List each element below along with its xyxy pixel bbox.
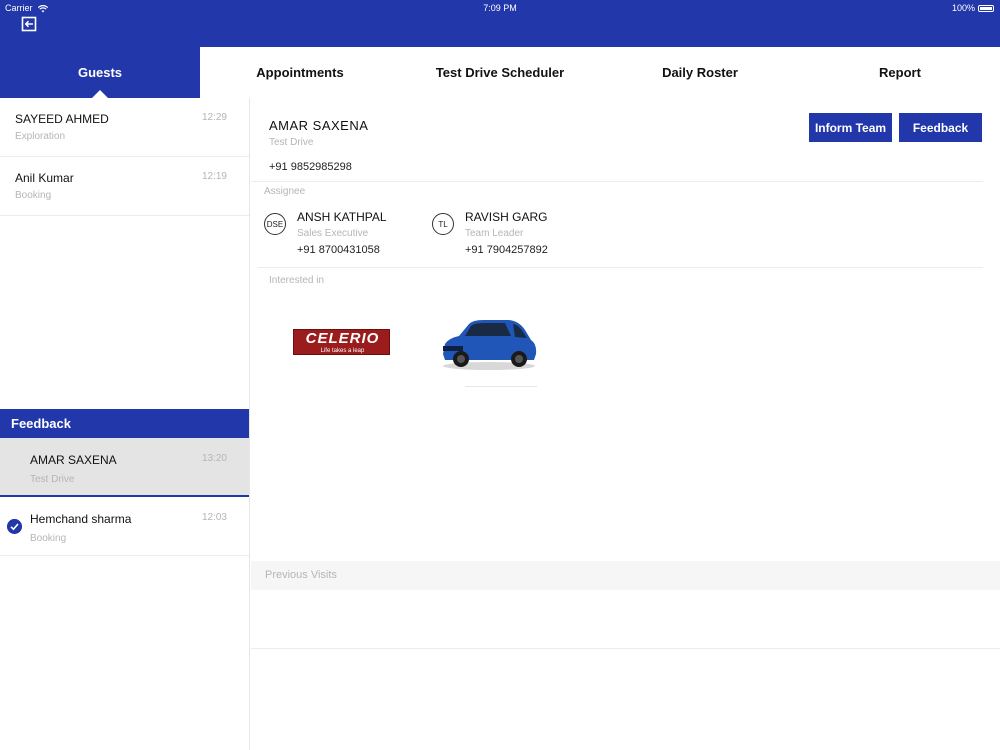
customer-name: AMAR SAXENA <box>269 118 369 133</box>
tab-appointments[interactable]: Appointments <box>200 47 400 98</box>
divider <box>251 181 983 182</box>
checkmark-icon <box>7 519 22 534</box>
assignee-phone[interactable]: +91 8700431058 <box>297 244 380 256</box>
guest-status: Booking <box>15 190 52 201</box>
assignee-label: Assignee <box>264 186 306 197</box>
feedback-item-selected[interactable]: AMAR SAXENA Test Drive 13:20 <box>0 438 249 497</box>
feedback-item[interactable]: Hemchand sharma Booking 12:03 <box>0 497 249 556</box>
guest-name: Anil Kumar <box>15 171 74 185</box>
clock: 7:09 PM <box>483 3 517 13</box>
feedback-section-header: Feedback <box>0 409 249 438</box>
customer-phone[interactable]: +91 9852985298 <box>269 161 352 173</box>
assignee-role: Sales Executive <box>297 228 369 239</box>
dse-badge: DSE <box>264 213 286 235</box>
top-bar: Carrier 7:09 PM 100% <box>0 0 1000 47</box>
tl-badge: TL <box>432 213 454 235</box>
guest-status: Exploration <box>15 131 66 142</box>
main-tabs: Guests Appointments Test Drive Scheduler… <box>0 47 1000 98</box>
feedback-status: Test Drive <box>30 474 75 485</box>
feedback-button[interactable]: Feedback <box>899 113 982 142</box>
battery-indicator: 100% <box>952 3 994 13</box>
interested-in-label: Interested in <box>269 275 325 286</box>
previous-visits-label: Previous Visits <box>265 569 337 581</box>
feedback-name: AMAR SAXENA <box>30 453 117 467</box>
logo-tagline: Life takes a leap <box>320 348 365 354</box>
feedback-time: 12:03 <box>201 512 227 523</box>
tab-guests[interactable]: Guests <box>0 47 200 98</box>
guest-panel: SAYEED AHMED Exploration 12:29 Anil Kuma… <box>0 98 250 750</box>
battery-icon <box>978 4 994 12</box>
guest-name: SAYEED AHMED <box>15 112 109 126</box>
tab-report[interactable]: Report <box>800 47 1000 98</box>
previous-visits-header: Previous Visits <box>251 561 1000 590</box>
battery-percent: 100% <box>951 3 975 13</box>
celerio-logo: CELERIO Life takes a leap <box>293 329 390 355</box>
exit-icon[interactable] <box>21 16 37 32</box>
car-underline <box>465 386 537 387</box>
feedback-name: Hemchand sharma <box>30 512 132 526</box>
assignee-name: RAVISH GARG <box>465 210 548 224</box>
assignee-name: ANSH KATHPAL <box>297 210 387 224</box>
divider <box>258 267 983 268</box>
customer-visit-type: Test Drive <box>269 137 314 148</box>
list-item[interactable]: Anil Kumar Booking 12:19 <box>0 157 249 216</box>
assignee-phone[interactable]: +91 7904257892 <box>465 244 548 256</box>
assignee-role: Team Leader <box>465 228 524 239</box>
inform-team-button[interactable]: Inform Team <box>809 113 892 142</box>
feedback-status: Booking <box>30 533 67 544</box>
guest-time: 12:29 <box>201 112 227 123</box>
guest-time: 12:19 <box>201 171 227 182</box>
logo-brand-text: CELERIO <box>305 330 380 347</box>
detail-panel: AMAR SAXENA Test Drive +91 9852985298 In… <box>251 98 1000 750</box>
list-item[interactable]: SAYEED AHMED Exploration 12:29 <box>0 98 249 157</box>
car-image[interactable] <box>439 316 539 372</box>
tab-daily-roster[interactable]: Daily Roster <box>600 47 800 98</box>
divider <box>251 648 1000 649</box>
tab-test-drive-scheduler[interactable]: Test Drive Scheduler <box>400 47 600 98</box>
feedback-time: 13:20 <box>201 453 227 464</box>
